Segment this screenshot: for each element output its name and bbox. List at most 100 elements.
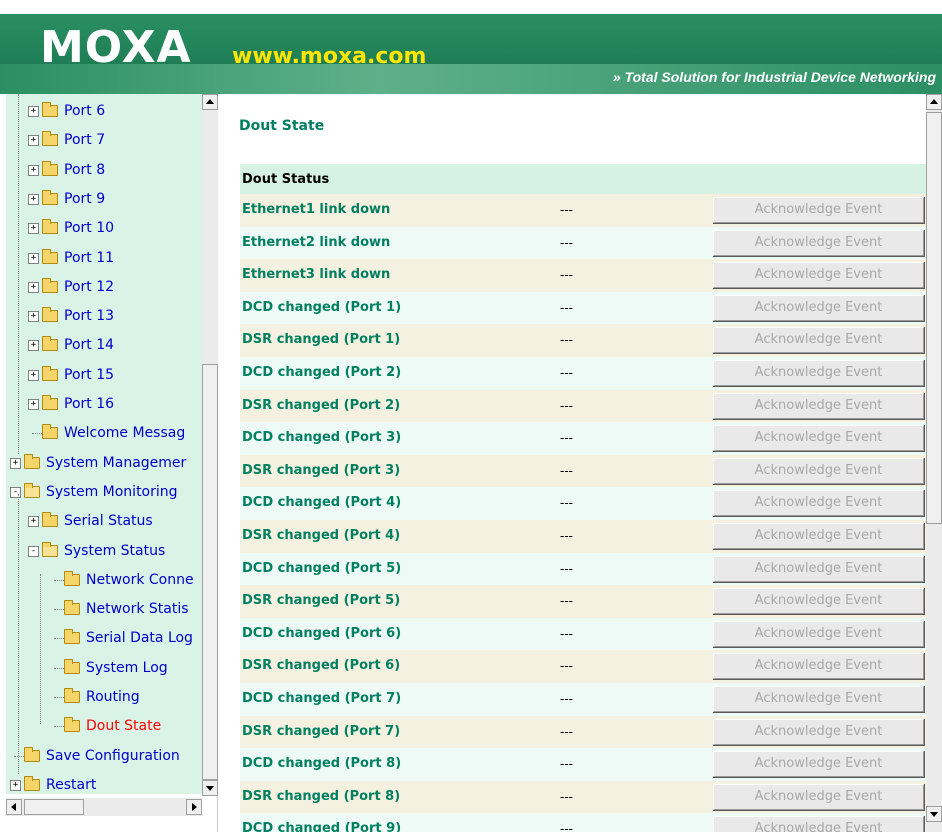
event-name: DSR changed (Port 4) bbox=[242, 527, 401, 543]
expand-icon[interactable]: + bbox=[28, 252, 39, 264]
acknowledge-event-button[interactable]: Acknowledge Event bbox=[713, 816, 924, 832]
sidebar-vertical-scrollbar[interactable] bbox=[202, 94, 218, 796]
acknowledge-event-button[interactable]: Acknowledge Event bbox=[713, 197, 924, 223]
expand-icon[interactable]: + bbox=[28, 369, 39, 381]
sidebar-item-port-14[interactable]: + Port 14 bbox=[24, 334, 202, 356]
page-title: Dout State bbox=[239, 118, 325, 134]
expand-icon[interactable]: + bbox=[28, 399, 39, 410]
table-header: Dout Status bbox=[240, 164, 926, 194]
sidebar-item-port-11[interactable]: + Port 11 bbox=[24, 247, 202, 269]
expand-icon[interactable]: + bbox=[28, 281, 39, 293]
collapse-icon[interactable]: - bbox=[10, 486, 21, 498]
sidebar-item-network-statis[interactable]: Network Statis bbox=[46, 598, 202, 620]
sidebar-item-port-16[interactable]: + Port 16 bbox=[24, 393, 202, 415]
acknowledge-event-button[interactable]: Acknowledge Event bbox=[713, 555, 924, 582]
sidebar-item-restart[interactable]: + Restart bbox=[6, 774, 202, 794]
acknowledge-event-button[interactable]: Acknowledge Event bbox=[713, 262, 924, 289]
sidebar-item-routing[interactable]: Routing bbox=[46, 686, 202, 708]
sidebar-item-network-conne[interactable]: Network Conne bbox=[46, 569, 202, 591]
sidebar-item-system-monitoring[interactable]: - System Monitoring bbox=[6, 481, 202, 503]
scroll-left-button[interactable] bbox=[6, 799, 22, 815]
sidebar-item-port-13[interactable]: + Port 13 bbox=[24, 305, 202, 327]
expand-icon[interactable]: + bbox=[28, 516, 39, 528]
table-body: Ethernet1 link down --- Acknowledge Event E… bbox=[240, 194, 926, 832]
tree-guide-line bbox=[40, 574, 41, 724]
sidebar-item-serial-data-log[interactable]: Serial Data Log bbox=[46, 627, 202, 649]
sidebar-item-label: Port 11 bbox=[64, 249, 115, 266]
acknowledge-event-button[interactable]: Acknowledge Event bbox=[713, 718, 924, 745]
acknowledge-event-button[interactable]: Acknowledge Event bbox=[713, 425, 924, 452]
event-status: --- bbox=[560, 626, 573, 641]
expand-icon[interactable]: + bbox=[28, 340, 39, 352]
sidebar-item-save-configuration[interactable]: Save Configuration bbox=[6, 745, 202, 767]
expand-icon[interactable]: + bbox=[28, 135, 39, 147]
sidebar-item-serial-status[interactable]: + Serial Status bbox=[24, 510, 202, 532]
arrow-down-icon bbox=[930, 812, 938, 817]
event-name: DCD changed (Port 1) bbox=[242, 299, 402, 315]
sidebar-horizontal-scrollbar[interactable] bbox=[6, 798, 202, 816]
main-scroll-thumb[interactable] bbox=[926, 112, 942, 524]
sidebar-item-label: Port 8 bbox=[64, 161, 106, 178]
sidebar-item-port-6[interactable]: + Port 6 bbox=[24, 100, 202, 122]
acknowledge-event-button[interactable]: Acknowledge Event bbox=[713, 327, 924, 354]
expand-icon[interactable]: + bbox=[28, 223, 39, 235]
sidebar-scroll-thumb[interactable] bbox=[202, 364, 218, 780]
sidebar-item-port-15[interactable]: + Port 15 bbox=[24, 364, 202, 386]
sidebar-item-label: System Status bbox=[64, 542, 166, 559]
folder-icon bbox=[42, 189, 58, 205]
arrow-up-icon bbox=[930, 99, 938, 104]
acknowledge-event-button[interactable]: Acknowledge Event bbox=[713, 457, 924, 484]
folder-icon bbox=[64, 570, 80, 586]
sidebar-item-label: Port 10 bbox=[64, 220, 115, 237]
event-name: Ethernet1 link down bbox=[242, 202, 391, 217]
expand-icon[interactable]: + bbox=[28, 311, 39, 323]
sidebar-item-system-log[interactable]: System Log bbox=[46, 657, 202, 679]
sidebar-item-system-status[interactable]: - System Status bbox=[24, 540, 202, 562]
event-name: DSR changed (Port 5) bbox=[242, 593, 401, 609]
acknowledge-event-button[interactable]: Acknowledge Event bbox=[713, 685, 924, 712]
acknowledge-event-button[interactable]: Acknowledge Event bbox=[713, 751, 924, 778]
main-scroll-down-button[interactable] bbox=[926, 806, 942, 822]
sidebar-item-label: System Log bbox=[86, 659, 168, 676]
expand-icon[interactable]: + bbox=[10, 779, 21, 791]
acknowledge-event-button[interactable]: Acknowledge Event bbox=[713, 229, 924, 256]
sidebar-item-port-10[interactable]: + Port 10 bbox=[24, 217, 202, 239]
acknowledge-event-button[interactable]: Acknowledge Event bbox=[713, 522, 924, 549]
folder-open-icon bbox=[24, 482, 40, 498]
expand-icon[interactable]: + bbox=[10, 457, 21, 469]
expand-icon[interactable]: + bbox=[28, 193, 39, 205]
acknowledge-event-button[interactable]: Acknowledge Event bbox=[713, 783, 924, 810]
tagline: » Total Solution for Industrial Device N… bbox=[612, 69, 936, 85]
acknowledge-event-button[interactable]: Acknowledge Event bbox=[713, 294, 924, 321]
arrow-down-icon bbox=[206, 786, 214, 791]
sidebar-hscroll-thumb[interactable] bbox=[24, 799, 84, 815]
expand-icon[interactable]: + bbox=[28, 106, 39, 117]
sidebar: + Port 6 + Port 7 + Port 8 + Port 9 + Port 10 + Por… bbox=[0, 94, 218, 832]
acknowledge-event-button[interactable]: Acknowledge Event bbox=[713, 392, 924, 419]
sidebar-item-port-12[interactable]: + Port 12 bbox=[24, 276, 202, 298]
expand-icon[interactable]: + bbox=[28, 164, 39, 176]
collapse-icon[interactable]: - bbox=[28, 545, 39, 557]
acknowledge-event-button[interactable]: Acknowledge Event bbox=[713, 490, 924, 517]
site-link[interactable]: www.moxa.com bbox=[232, 43, 426, 71]
main-vertical-scrollbar[interactable] bbox=[926, 94, 942, 832]
sidebar-item-port-8[interactable]: + Port 8 bbox=[24, 159, 202, 181]
main-scroll-up-button[interactable] bbox=[926, 94, 942, 110]
acknowledge-event-button[interactable]: Acknowledge Event bbox=[713, 359, 924, 386]
sidebar-item-port-7[interactable]: + Port 7 bbox=[24, 129, 202, 151]
acknowledge-event-button[interactable]: Acknowledge Event bbox=[713, 588, 924, 615]
arrow-up-icon bbox=[206, 99, 214, 104]
sidebar-item-port-9[interactable]: + Port 9 bbox=[24, 188, 202, 210]
sidebar-item-welcome-messag[interactable]: Welcome Messag bbox=[24, 422, 202, 444]
acknowledge-event-button[interactable]: Acknowledge Event bbox=[713, 653, 924, 680]
scroll-down-button[interactable] bbox=[202, 780, 218, 796]
event-name: DCD changed (Port 3) bbox=[242, 430, 402, 446]
scroll-up-button[interactable] bbox=[202, 94, 218, 110]
scroll-right-button[interactable] bbox=[186, 799, 202, 815]
event-status: --- bbox=[560, 757, 573, 772]
sidebar-item-system-managemer[interactable]: + System Managemer bbox=[6, 452, 202, 474]
sidebar-item-dout-state[interactable]: Dout State bbox=[46, 715, 202, 737]
acknowledge-event-button[interactable]: Acknowledge Event bbox=[713, 620, 924, 647]
moxa-logo[interactable]: MOXA bbox=[40, 24, 192, 72]
table-row: DSR changed (Port 1) --- Acknowledge Event bbox=[240, 324, 926, 357]
